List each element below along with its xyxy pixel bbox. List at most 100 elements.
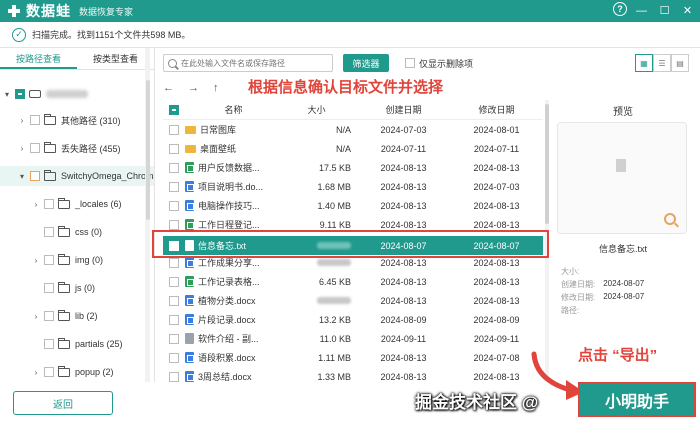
tree-checkbox[interactable] (44, 339, 54, 349)
minimize-icon[interactable]: — (633, 2, 650, 19)
file-size: 1.40 MB (317, 200, 351, 211)
modified-date: 2024-08-13 (473, 276, 520, 287)
tree-item-drive[interactable]: ▾ (3, 84, 88, 104)
caret-right-icon[interactable]: › (32, 368, 40, 377)
caret-right-icon[interactable]: › (18, 116, 26, 125)
tree-checkbox[interactable] (44, 227, 54, 237)
filter-button[interactable]: 筛选器 (343, 54, 389, 72)
deleted-only-toggle[interactable]: 仅显示删除项 (401, 57, 473, 70)
created-date: 2024-08-13 (380, 276, 427, 287)
folder-icon (44, 141, 56, 153)
caret-right-icon[interactable]: › (32, 200, 40, 209)
tree-checkbox[interactable] (30, 143, 40, 153)
tree-checkbox[interactable] (30, 171, 40, 181)
caret-right-icon[interactable]: › (32, 256, 40, 265)
tree-item-js[interactable]: js (0) (40, 278, 95, 298)
left-scrollbar-thumb[interactable] (146, 80, 150, 220)
zoom-icon[interactable] (664, 213, 676, 225)
caret-down-icon[interactable]: ▾ (18, 172, 26, 181)
word-doc-icon (185, 371, 194, 382)
grid-view-icon[interactable]: ▦ (635, 54, 653, 72)
file-name: 用户反馈数据... (198, 163, 260, 173)
table-row[interactable]: 工作记录表格... 6.45 KB 2024-08-13 2024-08-13 (163, 272, 543, 291)
caret-right-icon[interactable]: › (32, 312, 40, 321)
tree-item-other-paths[interactable]: › 其他路径 (310) (18, 110, 121, 130)
table-row[interactable]: 日常图库 N/A 2024-07-03 2024-08-01 (163, 120, 543, 139)
table-row[interactable]: 电脑操作技巧... 1.40 MB 2024-08-13 2024-08-13 (163, 196, 543, 215)
search-input[interactable] (181, 58, 321, 68)
table-row[interactable]: 用户反馈数据... 17.5 KB 2024-08-13 2024-08-13 (163, 158, 543, 177)
caret-down-icon[interactable]: ▾ (3, 90, 11, 99)
table-row[interactable]: 片段记录.docx 13.2 KB 2024-08-09 2024-08-09 (163, 310, 543, 329)
row-checkbox[interactable] (169, 143, 179, 154)
document-icon (616, 159, 626, 172)
table-row[interactable]: 软件介绍 - 副... 11.0 KB 2024-09-11 2024-09-11 (163, 329, 543, 348)
search-box[interactable] (163, 54, 333, 72)
select-all-checkbox[interactable] (169, 104, 179, 115)
column-header-created[interactable]: 创建日期 (357, 103, 450, 116)
detail-view-icon[interactable]: ▤ (671, 54, 689, 72)
table-row[interactable]: 植物分类.docx 2024-08-13 2024-08-13 (163, 291, 543, 310)
column-header-size[interactable]: 大小 (282, 103, 357, 116)
title-bar: 数据蛙 数据恢复专家 ? — ☐ ✕ (0, 0, 700, 22)
tree-item-locales[interactable]: › _locales (6) (32, 194, 122, 214)
tree-checkbox[interactable] (30, 115, 40, 125)
row-checkbox[interactable] (169, 371, 179, 382)
table-row[interactable]: 项目说明书.do... 1.68 MB 2024-08-13 2024-07-03 (163, 177, 543, 196)
tree-item-img[interactable]: › img (0) (32, 250, 103, 270)
deleted-only-checkbox[interactable] (405, 58, 415, 68)
file-size (282, 296, 357, 306)
file-name: 项目说明书.do... (198, 182, 264, 192)
row-checkbox[interactable] (169, 219, 179, 230)
table-row[interactable]: 语段积累.docx 1.11 MB 2024-08-13 2024-07-08 (163, 348, 543, 367)
row-checkbox[interactable] (169, 276, 179, 287)
row-checkbox[interactable] (169, 295, 179, 306)
tab-by-type[interactable]: 按类型查看 (77, 48, 154, 69)
tree-item-popup[interactable]: › popup (2) (32, 362, 114, 382)
watermark: 掘金技术社区 @ (415, 393, 539, 412)
check-icon: ✓ (12, 27, 26, 42)
export-button[interactable]: 小明助手 (578, 382, 696, 417)
folder-icon (58, 225, 70, 237)
tree-item-partials[interactable]: partials (25) (40, 334, 123, 354)
created-date: 2024-08-13 (380, 257, 427, 268)
row-checkbox[interactable] (169, 200, 179, 211)
table-scrollbar-thumb[interactable] (545, 104, 549, 224)
back-arrow-icon[interactable]: ← (163, 82, 174, 94)
close-icon[interactable]: ✕ (679, 2, 696, 19)
tree-checkbox[interactable] (15, 89, 25, 99)
tree-item-css[interactable]: css (0) (40, 222, 102, 242)
tree-checkbox[interactable] (44, 367, 54, 377)
row-checkbox[interactable] (169, 257, 179, 268)
row-checkbox[interactable] (169, 333, 179, 344)
toolbar: 筛选器 仅显示删除项 ▦ ☰ ▤ (163, 52, 693, 74)
forward-arrow-icon[interactable]: → (188, 82, 199, 94)
caret-right-icon[interactable]: › (18, 144, 26, 153)
tab-by-path[interactable]: 按路径查看 (0, 48, 77, 69)
row-checkbox[interactable] (169, 124, 179, 135)
tree-checkbox[interactable] (44, 199, 54, 209)
tree-checkbox[interactable] (44, 311, 54, 321)
tree-item-lost-paths[interactable]: › 丢失路径 (455) (18, 138, 121, 158)
preview-title: 预览 (613, 107, 633, 118)
row-checkbox[interactable] (169, 162, 179, 173)
column-header-modified[interactable]: 修改日期 (450, 103, 543, 116)
up-arrow-icon[interactable]: ↑ (213, 82, 219, 94)
folder-icon (44, 169, 56, 181)
deleted-only-label: 仅显示删除项 (419, 58, 474, 69)
tree-item-lib[interactable]: › lib (2) (32, 306, 98, 326)
list-view-icon[interactable]: ☰ (653, 54, 671, 72)
back-button[interactable]: 返回 (13, 391, 113, 415)
tree-item-switchyomega[interactable]: ▾ SwitchyOmega_Chrom (0, 166, 154, 186)
tree-checkbox[interactable] (44, 283, 54, 293)
tree-checkbox[interactable] (44, 255, 54, 265)
row-checkbox[interactable] (169, 314, 179, 325)
help-icon[interactable]: ? (613, 2, 627, 16)
file-size: 13.2 KB (318, 314, 351, 325)
maximize-icon[interactable]: ☐ (656, 2, 673, 19)
table-row[interactable]: 3周总结.docx 1.33 MB 2024-08-13 2024-08-13 (163, 367, 543, 386)
row-checkbox[interactable] (169, 352, 179, 363)
row-checkbox[interactable] (169, 181, 179, 192)
column-header-name[interactable]: 名称 (185, 103, 282, 116)
table-row[interactable]: 桌面壁纸 N/A 2024-07-11 2024-07-11 (163, 139, 543, 158)
